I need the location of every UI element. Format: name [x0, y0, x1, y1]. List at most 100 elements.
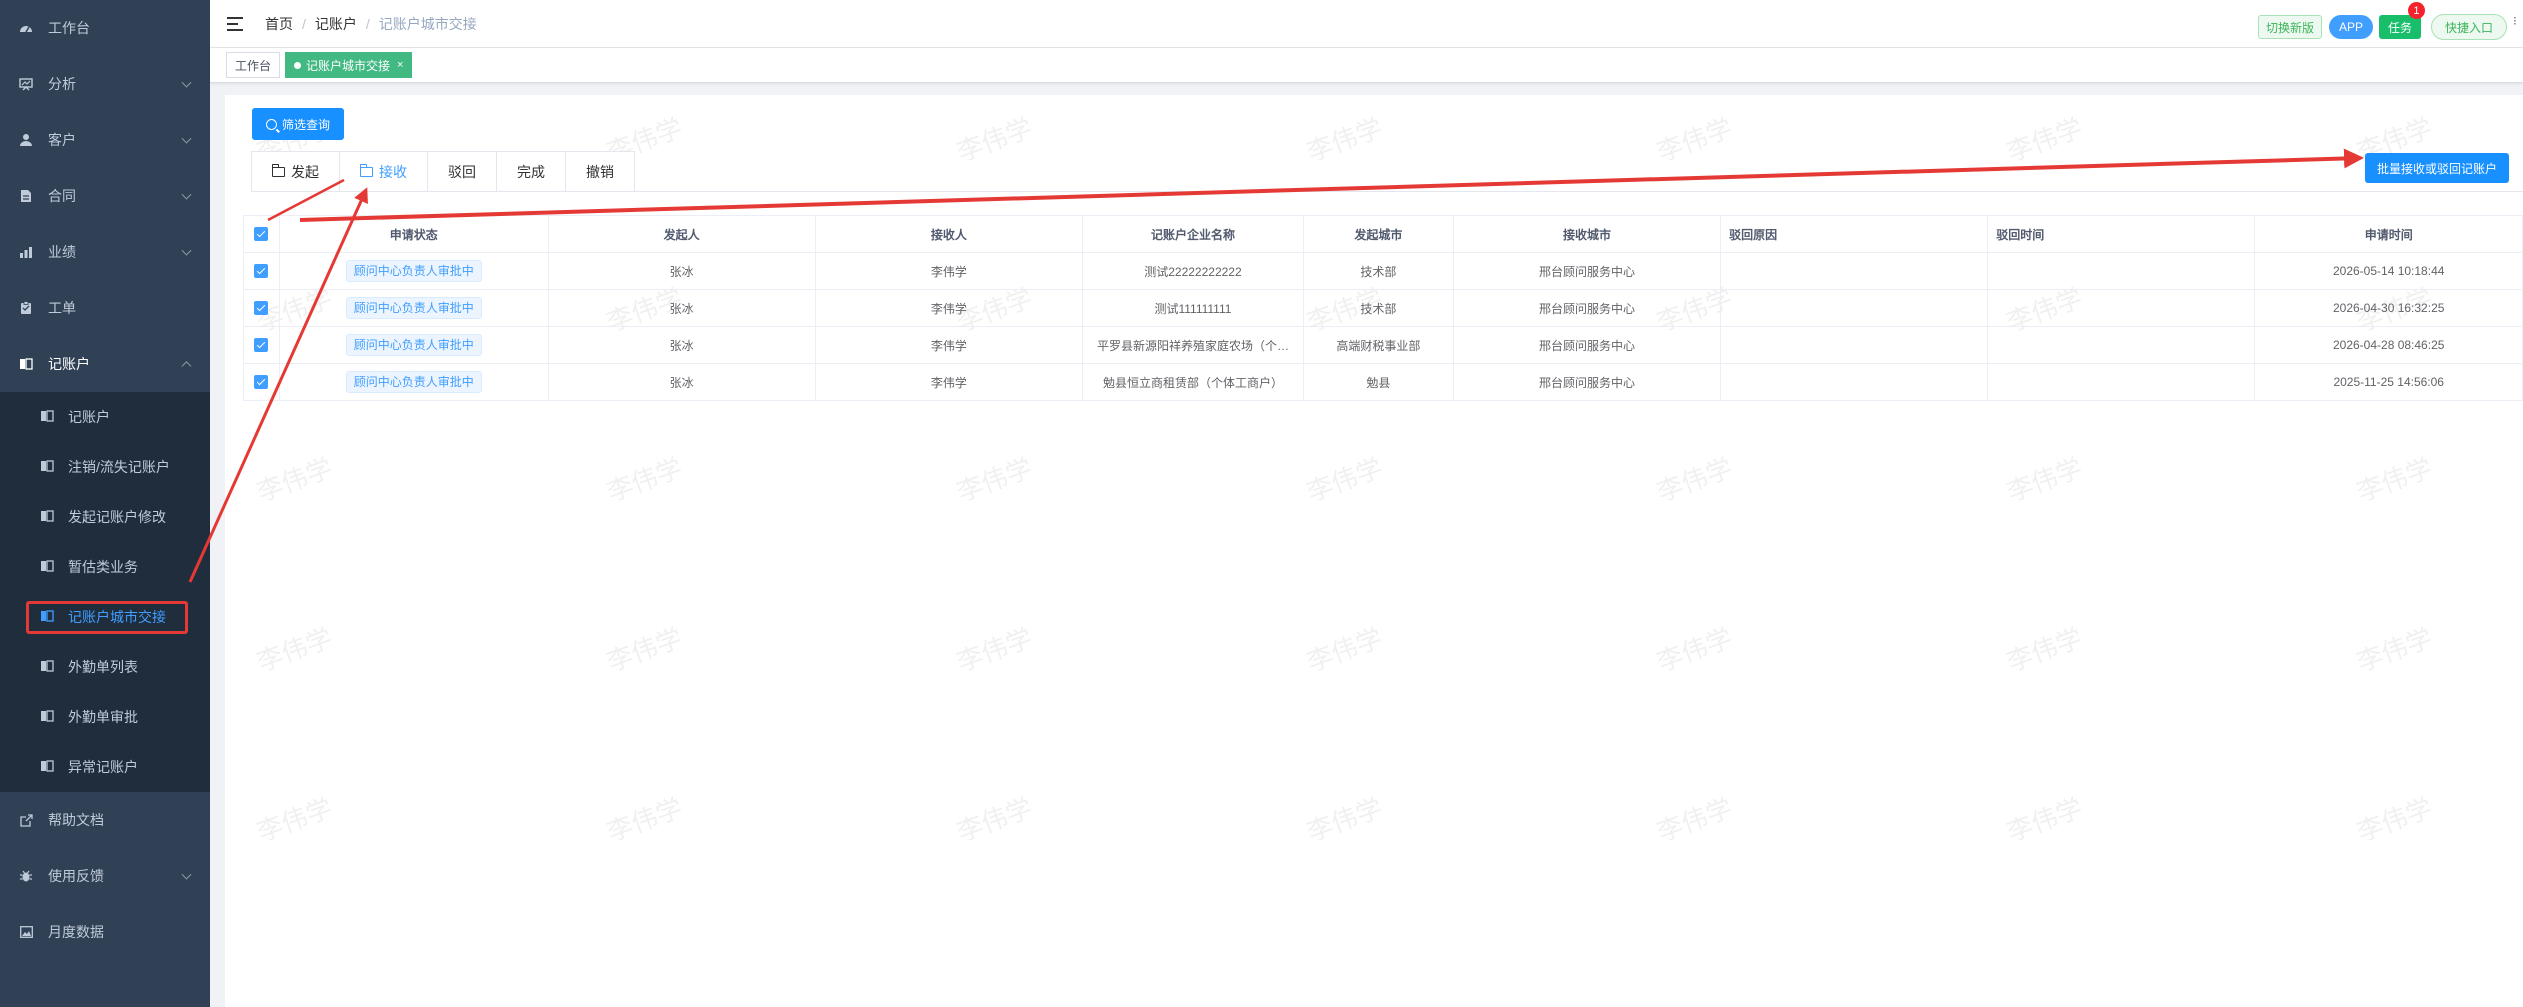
app-root: 工作台 分析 客户 合同 业绩 工单 记账户 记账户 注销/流失记账户 发起记账… — [0, 0, 2523, 1007]
company-link[interactable]: 勉县恒立商租赁部（个体工商户） — [1081, 363, 1304, 401]
menu-toggle-icon[interactable] — [227, 16, 243, 31]
document-icon — [18, 188, 34, 204]
breadcrumb-separator: / — [365, 15, 370, 32]
watermark-text: 李伟学 — [1302, 792, 1387, 848]
watermark-text: 李伟学 — [1652, 622, 1737, 678]
breadcrumb-ledger[interactable]: 记账户 — [315, 14, 357, 34]
ledger-icon — [40, 710, 54, 724]
sidebar-item-ledger[interactable]: 记账户 — [0, 336, 210, 392]
sidebar-item-workorder[interactable]: 工单 — [0, 280, 210, 336]
table-row[interactable]: 顾问中心负责人审批中 张冰 李伟学 勉县恒立商租赁部（个体工商户） 勉县 邢台顾… — [243, 363, 2523, 401]
tab-complete[interactable]: 完成 — [497, 152, 566, 192]
submenu-item-cancelled-ledger[interactable]: 注销/流失记账户 — [0, 442, 210, 492]
sidebar-item-dashboard[interactable]: 工作台 — [0, 0, 210, 56]
tags-view: 工作台 记账户城市交接 × — [210, 48, 2523, 83]
sidebar-item-monthly-data[interactable]: 月度数据 — [0, 904, 210, 960]
sidebar-item-feedback[interactable]: 使用反馈 — [0, 848, 210, 904]
app-button[interactable]: APP — [2328, 15, 2373, 39]
status-badge: 顾问中心负责人审批中 — [345, 260, 482, 282]
company-link[interactable]: 平罗县新源阳祥养殖家庭农场（个… — [1081, 326, 1304, 364]
watermark-text: 李伟学 — [952, 792, 1037, 848]
submenu-item-estimate[interactable]: 暂估类业务 — [0, 542, 210, 592]
column-header: 驳回原因 — [1720, 215, 1989, 253]
status-badge: 顾问中心负责人审批中 — [345, 297, 482, 319]
tag-dashboard[interactable]: 工作台 — [226, 52, 281, 78]
watermark-text: 李伟学 — [2002, 452, 2087, 508]
submenu-item-label: 暂估类业务 — [68, 559, 138, 575]
table-row[interactable]: 顾问中心负责人审批中 张冰 李伟学 测试111111111 技术部 邢台顾问服务… — [243, 289, 2523, 327]
sidebar-item-customer[interactable]: 客户 — [0, 112, 210, 168]
sidebar-item-contract[interactable]: 合同 — [0, 168, 210, 224]
tab-initiate[interactable]: 发起 — [252, 152, 340, 192]
handover-table: 申请状态 发起人 接收人 记账户企业名称 发起城市 接收城市 驳回原因 驳回时间… — [243, 215, 2523, 401]
task-button[interactable]: 任务 1 — [2378, 2, 2425, 39]
tab-receive[interactable]: 接收 — [340, 152, 428, 192]
sidebar-item-label: 业绩 — [48, 244, 76, 260]
sidebar-item-label: 工作台 — [48, 20, 90, 36]
filter-query-button[interactable]: 筛选查询 — [252, 108, 345, 140]
company-link[interactable]: 测试22222222222 — [1081, 252, 1304, 290]
watermark-text: 李伟学 — [602, 792, 687, 848]
reject-reason-cell — [1720, 326, 1989, 364]
tag-label: 记账户城市交接 — [306, 58, 391, 73]
user-icon — [18, 132, 34, 148]
sidebar-item-label: 月度数据 — [48, 924, 104, 940]
sidebar-item-analysis[interactable]: 分析 — [0, 56, 210, 112]
submenu-item-label: 注销/流失记账户 — [68, 459, 170, 475]
sidebar-item-performance[interactable]: 业绩 — [0, 224, 210, 280]
watermark-text: 李伟学 — [2352, 452, 2437, 508]
row-checkbox[interactable] — [254, 338, 269, 353]
header-actions: 切换新版 APP 任务 1 快捷入口 ⁝ — [2257, 2, 2523, 40]
table-row[interactable]: 顾问中心负责人审批中 张冰 李伟学 测试22222222222 技术部 邢台顾问… — [243, 252, 2523, 290]
chevron-down-icon — [181, 77, 192, 88]
tag-city-handover[interactable]: 记账户城市交接 × — [285, 52, 413, 78]
table-row[interactable]: 顾问中心负责人审批中 张冰 李伟学 平罗县新源阳祥养殖家庭农场（个… 高端财税事… — [243, 326, 2523, 364]
batch-receive-reject-button[interactable]: 批量接收或驳回记账户 — [2365, 153, 2510, 183]
submenu-item-abnormal-ledger[interactable]: 异常记账户 — [0, 742, 210, 792]
initiator-cell: 张冰 — [547, 363, 816, 401]
tab-label: 发起 — [291, 164, 319, 180]
company-link[interactable]: 测试111111111 — [1081, 289, 1304, 327]
watermark-text: 李伟学 — [1652, 112, 1737, 168]
ledger-icon — [40, 510, 54, 524]
select-all-checkbox[interactable] — [254, 227, 269, 242]
row-checkbox[interactable] — [254, 301, 269, 316]
from-city-cell: 勉县 — [1302, 363, 1454, 401]
search-icon — [266, 118, 277, 130]
receiver-cell: 李伟学 — [814, 326, 1083, 364]
submenu-item-ledger-modify[interactable]: 发起记账户修改 — [0, 492, 210, 542]
watermark-text: 李伟学 — [1302, 622, 1387, 678]
bug-icon — [18, 868, 34, 884]
row-checkbox[interactable] — [254, 264, 269, 279]
to-city-cell: 邢台顾问服务中心 — [1452, 326, 1722, 364]
select-all-cell[interactable] — [243, 215, 280, 253]
switch-version-button[interactable]: 切换新版 — [2257, 15, 2322, 39]
tab-revoke[interactable]: 撤销 — [566, 152, 634, 192]
sidebar-item-label: 分析 — [48, 76, 76, 92]
submenu-item-ledger[interactable]: 记账户 — [0, 392, 210, 442]
submenu-item-field-approval[interactable]: 外勤单审批 — [0, 692, 210, 742]
to-city-cell: 邢台顾问服务中心 — [1452, 363, 1722, 401]
submenu-item-label: 记账户 — [68, 409, 110, 425]
column-header: 接收人 — [814, 215, 1083, 253]
column-header: 接收城市 — [1452, 215, 1722, 253]
reject-reason-cell — [1720, 363, 1989, 401]
row-checkbox[interactable] — [254, 375, 269, 390]
folder-icon — [359, 163, 373, 177]
ledger-icon — [40, 660, 54, 674]
watermark-text: 李伟学 — [602, 622, 687, 678]
submenu-item-city-handover[interactable]: 记账户城市交接 — [0, 592, 210, 642]
receiver-cell: 李伟学 — [814, 289, 1083, 327]
reject-reason-cell — [1720, 289, 1989, 327]
quick-entry-button[interactable]: 快捷入口 — [2430, 14, 2507, 40]
close-icon[interactable]: × — [397, 59, 403, 71]
breadcrumb-home[interactable]: 首页 — [265, 14, 293, 34]
sidebar-item-help[interactable]: 帮助文档 — [0, 792, 210, 848]
apply-time-cell: 2026-04-28 08:46:25 — [2254, 326, 2523, 364]
submenu-item-field-list[interactable]: 外勤单列表 — [0, 642, 210, 692]
sidebar-item-label: 工单 — [48, 300, 76, 316]
tab-reject[interactable]: 驳回 — [428, 152, 497, 192]
more-icon[interactable]: ⁝ — [2513, 14, 2523, 40]
tabs-divider — [251, 191, 2523, 192]
sidebar-item-label: 使用反馈 — [48, 868, 104, 884]
